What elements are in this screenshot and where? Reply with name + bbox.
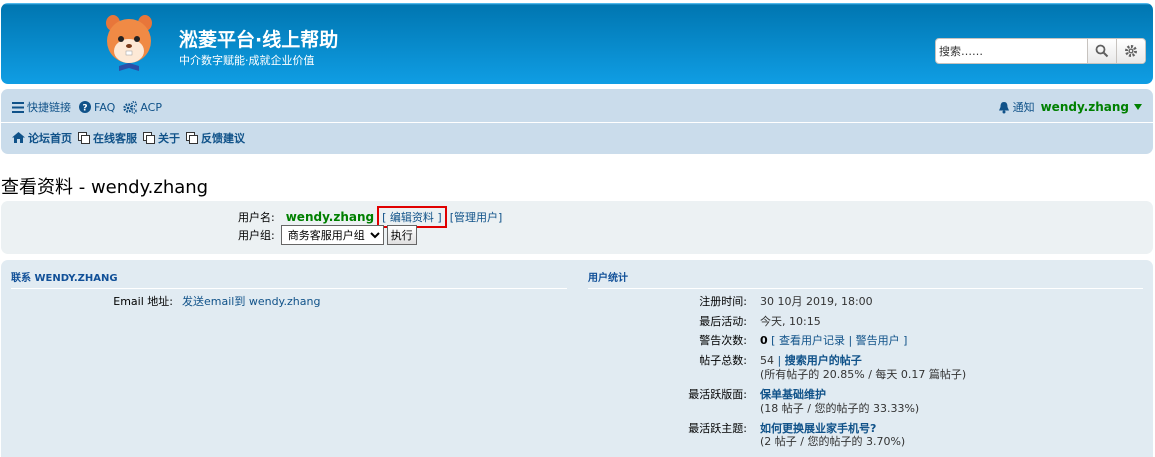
about-label: 关于 [158, 131, 180, 145]
search-box [935, 38, 1146, 64]
user-menu[interactable]: wendy.zhang [1041, 100, 1143, 114]
gear-icon [1125, 45, 1137, 57]
question-circle-icon: ? [79, 101, 91, 113]
online-service-label: 在线客服 [93, 131, 137, 145]
warnings-row: 0 [ 查看用户记录 | 警告用户 ] [760, 334, 908, 347]
site-header: 淞菱平台·线上帮助 中介数字赋能·成就企业价值 [1, 3, 1153, 84]
search-button[interactable] [1087, 39, 1116, 63]
copy-page-icon [143, 131, 155, 144]
active-topic-label: 最活跃主题: [688, 422, 747, 435]
manage-user-link[interactable]: 管理用户 [454, 209, 498, 225]
edit-profile-link[interactable]: 编辑资料 [390, 211, 434, 224]
last-active-value: 今天, 10:15 [760, 315, 821, 328]
active-forum-label: 最活跃版面: [688, 388, 747, 401]
profile-username[interactable]: wendy.zhang [286, 210, 374, 224]
contact-heading: 联系 WENDY.ZHANG [11, 269, 567, 289]
bell-icon [998, 101, 1009, 113]
active-forum-stats: (18 帖子 / 您的帖子的 33.33%) [760, 402, 920, 415]
user-group-select[interactable]: 商务客服用户组 [280, 225, 384, 245]
notifications-link[interactable]: 通知 [998, 99, 1035, 115]
group-label: 用户组: [238, 229, 275, 242]
quick-links-label: 快捷链接 [27, 101, 71, 114]
quick-links-menu[interactable]: 快捷链接 [12, 99, 71, 115]
faq-label: FAQ [94, 100, 116, 114]
navbar: 快捷链接 ? FAQ ACP 通知 wendy.zhang 论坛首页 在线客服 … [1, 89, 1153, 154]
group-row: 用户组: 商务客服用户组 执行 [238, 225, 417, 245]
view-user-notes-link[interactable]: 查看用户记录 [779, 334, 845, 347]
search-input[interactable] [936, 39, 1086, 63]
profile-panel: 用户名: wendy.zhang [ 编辑资料 ] [ 管理用户 ] 用户组: … [1, 201, 1153, 254]
email-label: Email 地址: [113, 295, 173, 308]
acp-label: ACP [140, 100, 162, 114]
feedback-link[interactable]: 反馈建议 [186, 130, 245, 146]
posts-label: 帖子总数: [699, 354, 747, 367]
feedback-label: 反馈建议 [201, 131, 245, 145]
stats-heading: 用户统计 [588, 269, 1143, 289]
execute-button[interactable]: 执行 [386, 225, 417, 245]
warn-user-link[interactable]: 警告用户 [856, 334, 900, 347]
about-link[interactable]: 关于 [143, 130, 180, 146]
copy-page-icon [186, 131, 198, 144]
online-service-link[interactable]: 在线客服 [78, 130, 137, 146]
registered-label: 注册时间: [699, 295, 747, 308]
notifications-label: 通知 [1012, 101, 1035, 114]
svg-text:?: ? [82, 104, 87, 114]
send-email-link[interactable]: 发送email到 wendy.zhang [182, 295, 320, 308]
search-icon [1095, 44, 1109, 58]
warnings-label: 警告次数: [699, 334, 747, 347]
site-title[interactable]: 淞菱平台·线上帮助 [179, 25, 338, 52]
site-description: 中介数字赋能·成就企业价值 [179, 54, 315, 67]
registered-value: 30 10月 2019, 18:00 [760, 295, 873, 308]
nav-row-bottom: 论坛首页 在线客服 关于 反馈建议 [1, 122, 1153, 152]
nav-row-top: 快捷链接 ? FAQ ACP 通知 wendy.zhang [1, 92, 1153, 122]
details-panel: 联系 WENDY.ZHANG 用户统计 Email 地址: 发送email到 w… [1, 260, 1153, 457]
faq-link[interactable]: ? FAQ [79, 101, 115, 114]
acp-link[interactable]: ACP [123, 101, 162, 114]
copy-page-icon [78, 131, 90, 144]
caret-down-icon [1134, 104, 1142, 110]
page-title: 查看资料 - wendy.zhang [1, 177, 209, 198]
last-active-label: 最后活动: [699, 315, 747, 328]
active-topic-stats: (2 帖子 / 您的帖子的 3.70%) [760, 435, 906, 448]
advanced-search-button[interactable] [1116, 39, 1145, 63]
user-menu-name: wendy.zhang [1040, 100, 1129, 114]
forum-home-label: 论坛首页 [28, 131, 72, 145]
forum-home-link[interactable]: 论坛首页 [12, 130, 72, 146]
cogs-icon [123, 100, 138, 114]
username-label: 用户名: [238, 211, 275, 224]
hamster-mascot-icon[interactable] [101, 13, 157, 73]
warnings-count: 0 [760, 334, 768, 347]
home-icon [12, 132, 25, 143]
posts-percent: (所有帖子的 20.85% / 每天 0.17 篇帖子) [760, 368, 967, 381]
hamburger-icon [12, 101, 24, 113]
